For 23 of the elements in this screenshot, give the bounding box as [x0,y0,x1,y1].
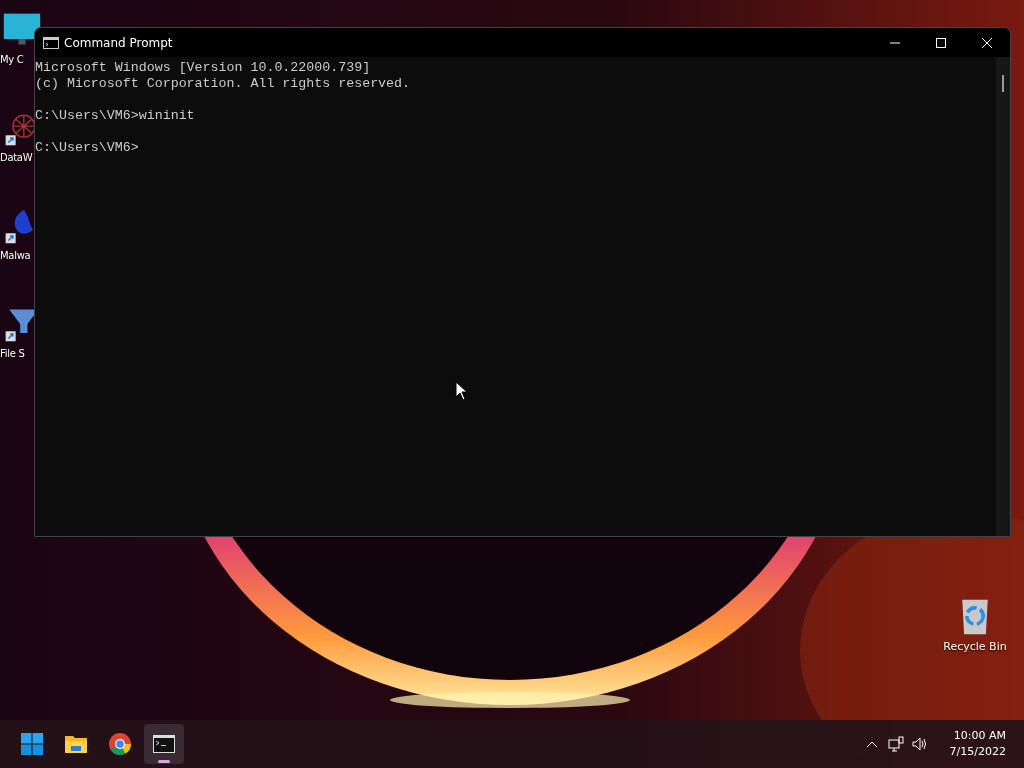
mouse-pointer-icon [455,381,468,401]
clock-time[interactable]: 10:00 AM [953,728,1006,744]
icon-label: Recycle Bin [943,640,1007,653]
console-line: C:\Users\VM6> [35,140,139,156]
close-icon [981,36,993,49]
icon-label: Malwa [0,250,31,261]
maximize-icon [935,36,947,49]
console-icon [43,36,59,49]
console-line: Microsoft Windows [Version 10.0.22000.739] [35,60,371,76]
scrollbar[interactable] [996,57,1010,536]
windows-logo-icon [20,732,44,756]
console-line: (c) Microsoft Corporation. All rights reserved. [35,76,411,92]
network-icon[interactable] [887,736,904,752]
taskbar-button[interactable] [144,724,184,764]
terminal-icon [152,732,176,756]
icon-label: DataW [0,152,33,163]
clock-date[interactable]: 7/15/2022 [949,744,1006,760]
icon-label: File S [0,348,25,359]
chrome-icon [108,732,132,756]
icon-label: My C [0,54,24,65]
console-line: C:\Users\VM6>wininit [35,108,195,124]
window-title: Command Prompt [64,35,174,50]
speaker-icon[interactable] [911,736,928,752]
